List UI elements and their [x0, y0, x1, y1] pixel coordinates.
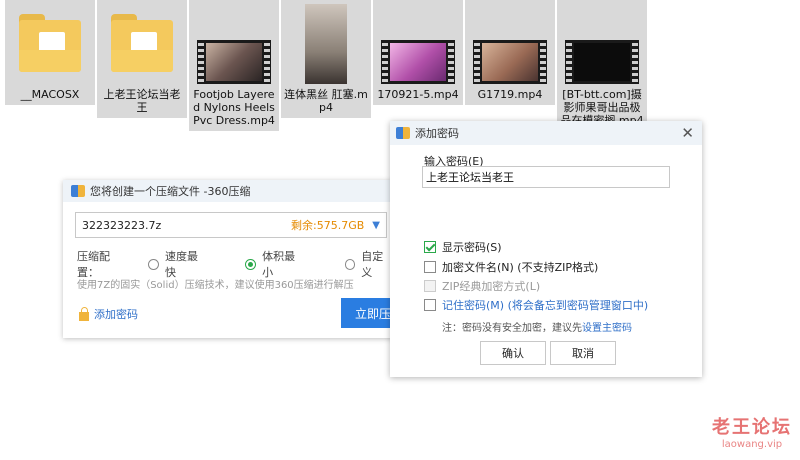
- password-dialog-title: 添加密码: [415, 127, 459, 140]
- file-name: G1719.mp4: [477, 88, 543, 101]
- lock-icon: [79, 306, 89, 321]
- video-thumbnail: [381, 40, 455, 84]
- watermark: 老王论坛 laowang.vip: [712, 413, 792, 450]
- close-icon[interactable]: ✕: [681, 124, 694, 142]
- chevron-down-icon[interactable]: ▼: [372, 220, 380, 231]
- compress-dialog: 您将创建一个压缩文件 -360压缩 322323223.7z 剩余:575.7G…: [63, 180, 393, 338]
- file-item-macosx[interactable]: __MACOSX: [5, 0, 95, 105]
- folder-icon: [19, 14, 81, 74]
- file-name: 上老王论坛当老王: [103, 88, 181, 114]
- checkbox[interactable]: [424, 261, 436, 273]
- encrypt-filenames-option[interactable]: 加密文件名(N) (不支持ZIP格式): [424, 259, 598, 275]
- file-name: 170921-5.mp4: [377, 88, 459, 101]
- space-remaining: 剩余:575.7GB: [291, 219, 365, 232]
- file-name: __MACOSX: [20, 88, 80, 101]
- remember-password-option[interactable]: 记住密码(M) (将会备忘到密码管理窗口中): [424, 297, 648, 313]
- password-dialog-titlebar: 添加密码 ✕: [390, 121, 702, 145]
- password-note: 注：密码没有安全加密，建议先设置主密码: [442, 323, 632, 334]
- archive-name-field[interactable]: 322323223.7z 剩余:575.7GB ▼: [75, 212, 387, 238]
- zip-classic-option: ZIP经典加密方式(L): [424, 278, 540, 294]
- checkbox-disabled: [424, 280, 436, 292]
- file-item-video-g1719[interactable]: G1719.mp4: [465, 0, 555, 105]
- add-password-dialog: 添加密码 ✕ 输入密码(E) 显示密码(S) 加密文件名(N) (不支持ZIP格…: [390, 121, 702, 377]
- watermark-url: laowang.vip: [721, 439, 783, 450]
- app-icon: [71, 185, 85, 197]
- file-item-video-footjob[interactable]: Footjob Layered Nylons Heels Pvc Dress.m…: [189, 0, 279, 131]
- show-password-option[interactable]: 显示密码(S): [424, 239, 502, 255]
- radio-button[interactable]: [344, 258, 356, 270]
- archive-name: 322323223.7z: [82, 218, 162, 232]
- radio-button-selected[interactable]: [245, 258, 257, 270]
- password-input[interactable]: [422, 166, 670, 188]
- file-item-folder-laowang[interactable]: 上老王论坛当老王: [97, 0, 187, 118]
- video-thumbnail: [197, 40, 271, 84]
- watermark-title: 老王论坛: [712, 417, 792, 438]
- file-item-video-btt[interactable]: [BT-btt.com]摄影师果哥出品极品在模密搁.mp4: [557, 0, 647, 131]
- file-item-video-170921[interactable]: 170921-5.mp4: [373, 0, 463, 105]
- file-name: Footjob Layered Nylons Heels Pvc Dress.m…: [193, 88, 275, 127]
- video-thumbnail: [565, 40, 639, 84]
- checkbox-checked[interactable]: [424, 241, 436, 253]
- cancel-button[interactable]: 取消: [550, 341, 616, 365]
- set-master-password-link[interactable]: 设置主密码: [582, 323, 632, 334]
- folder-icon: [111, 14, 173, 74]
- radio-button[interactable]: [148, 258, 159, 270]
- checkbox[interactable]: [424, 299, 436, 311]
- add-password-link[interactable]: 添加密码: [79, 306, 138, 322]
- app-icon: [396, 127, 410, 139]
- compress-now-button[interactable]: 立即压缩: [341, 298, 393, 328]
- ok-button[interactable]: 确认: [480, 341, 546, 365]
- file-name: 连体黑丝 肛塞.mp4: [284, 88, 368, 114]
- compress-dialog-titlebar: 您将创建一个压缩文件 -360压缩: [63, 180, 393, 202]
- file-item-image-lianti[interactable]: 连体黑丝 肛塞.mp4: [281, 0, 371, 118]
- compress-dialog-title: 您将创建一个压缩文件 -360压缩: [90, 185, 251, 198]
- solid-compression-tip: 使用7Z的固实（Solid）压缩技术，建议使用360压缩进行解压: [77, 280, 354, 291]
- image-thumbnail: [305, 4, 347, 84]
- video-thumbnail: [473, 40, 547, 84]
